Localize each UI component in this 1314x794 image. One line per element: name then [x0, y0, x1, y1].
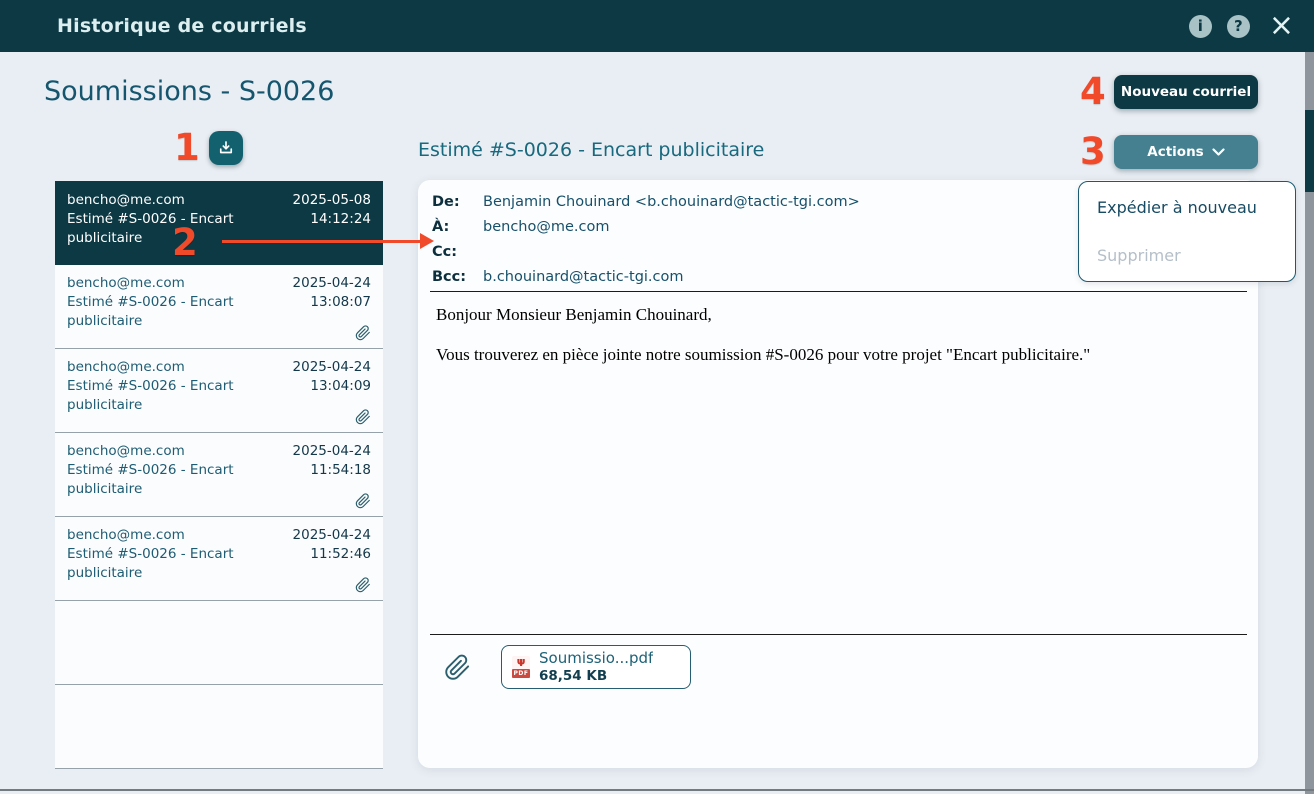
email-body-line: Bonjour Monsieur Benjamin Chouinard, — [436, 305, 712, 324]
annotation-number-1: 1 — [174, 126, 200, 169]
list-item-subject: Estimé #S-0026 - Encart publicitaire — [67, 378, 234, 413]
list-item-from: bencho@me.com — [67, 443, 185, 459]
list-item-from: bencho@me.com — [67, 192, 185, 208]
email-list-item[interactable]: bencho@me.com 2025-04-24 Estimé #S-0026 -… — [55, 349, 383, 433]
header-value: Benjamin Chouinard <b.chouinard@tactic-t… — [483, 193, 860, 210]
window-titlebar: Historique de courriels i ? × — [0, 0, 1314, 52]
list-item-subject: Estimé #S-0026 - Encart publicitaire — [67, 546, 234, 581]
new-email-button[interactable]: Nouveau courriel — [1114, 75, 1258, 109]
list-item-subject: Estimé #S-0026 - Encart publicitaire — [67, 294, 234, 329]
attachment-row: ᴪ PDF Soumissio...pdf 68,54 KB — [444, 645, 691, 689]
email-list-item[interactable]: bencho@me.com 2025-04-24 Estimé #S-0026 -… — [55, 517, 383, 601]
annotation-arrow-head — [420, 233, 434, 249]
header-label: Cc: — [432, 243, 458, 260]
list-item-date: 2025-04-24 — [292, 275, 371, 291]
pdf-swoosh: ᴪ — [516, 655, 526, 669]
annotation-arrow — [222, 240, 422, 243]
list-item-from: bencho@me.com — [67, 527, 185, 543]
window-bottom-edge — [0, 789, 1314, 791]
menu-item-resend[interactable]: Expédier à nouveau — [1097, 198, 1277, 217]
paperclip-icon — [355, 409, 371, 425]
actions-label: Actions — [1147, 144, 1204, 160]
new-email-label: Nouveau courriel — [1120, 84, 1252, 100]
annotation-number-3: 3 — [1080, 130, 1106, 173]
chevron-down-icon — [1212, 147, 1225, 157]
pdf-file-icon: ᴪ PDF — [512, 656, 530, 678]
paperclip-icon — [444, 654, 471, 681]
header-label: De: — [432, 193, 460, 210]
list-item-from: bencho@me.com — [67, 275, 185, 291]
list-item-date: 2025-04-24 — [292, 443, 371, 459]
header-label: Bcc: — [432, 268, 467, 285]
list-item-date: 2025-05-08 — [292, 192, 371, 208]
header-label: À: — [432, 218, 450, 235]
annotation-number-4: 4 — [1080, 70, 1106, 113]
email-history-list: bencho@me.com 2025-05-08 Estimé #S-0026 -… — [55, 181, 383, 769]
info-icon[interactable]: i — [1188, 14, 1212, 38]
list-item-from: bencho@me.com — [67, 359, 185, 375]
email-list-empty-row — [55, 601, 383, 685]
header-value: bencho@me.com — [483, 218, 610, 235]
help-icon[interactable]: ? — [1226, 14, 1250, 38]
header-value: b.chouinard@tactic-tgi.com — [483, 268, 684, 285]
actions-dropdown-menu: Expédier à nouveau Supprimer — [1078, 181, 1296, 282]
download-icon — [217, 139, 235, 157]
list-item-subject: Estimé #S-0026 - Encart publicitaire — [67, 462, 234, 497]
menu-item-delete[interactable]: Supprimer — [1097, 246, 1277, 265]
list-item-date: 2025-04-24 — [292, 359, 371, 375]
attachment-size: 68,54 KB — [539, 667, 608, 684]
attachment-chip[interactable]: ᴪ PDF Soumissio...pdf 68,54 KB — [501, 645, 691, 689]
email-list-empty-row — [55, 685, 383, 769]
attachment-filename: Soumissio...pdf — [539, 649, 654, 668]
page-title: Soumissions - S-0026 — [44, 76, 335, 107]
paperclip-icon — [355, 493, 371, 509]
close-icon[interactable]: × — [1265, 11, 1298, 41]
list-item-date: 2025-04-24 — [292, 527, 371, 543]
paperclip-icon — [355, 325, 371, 341]
email-list-item[interactable]: bencho@me.com 2025-04-24 Estimé #S-0026 -… — [55, 433, 383, 517]
email-body-line: Vous trouverez en pièce jointe notre sou… — [436, 345, 1091, 365]
email-list-item[interactable]: bencho@me.com 2025-05-08 Estimé #S-0026 -… — [55, 181, 383, 265]
body-attachment-separator — [430, 634, 1247, 635]
email-subject-title: Estimé #S-0026 - Encart publicitaire — [418, 139, 765, 161]
annotation-number-2: 2 — [172, 221, 198, 264]
actions-button[interactable]: Actions — [1114, 135, 1258, 169]
scrollbar-thumb[interactable] — [1305, 110, 1314, 192]
email-list-item[interactable]: bencho@me.com 2025-04-24 Estimé #S-0026 -… — [55, 265, 383, 349]
header-body-separator — [430, 291, 1247, 292]
paperclip-icon — [355, 577, 371, 593]
pdf-label: PDF — [512, 669, 530, 678]
vertical-scrollbar[interactable] — [1305, 52, 1314, 794]
window-title: Historique de courriels — [57, 15, 307, 37]
download-history-button[interactable] — [209, 131, 243, 165]
email-body: Bonjour Monsieur Benjamin Chouinard, Vou… — [436, 304, 1238, 385]
